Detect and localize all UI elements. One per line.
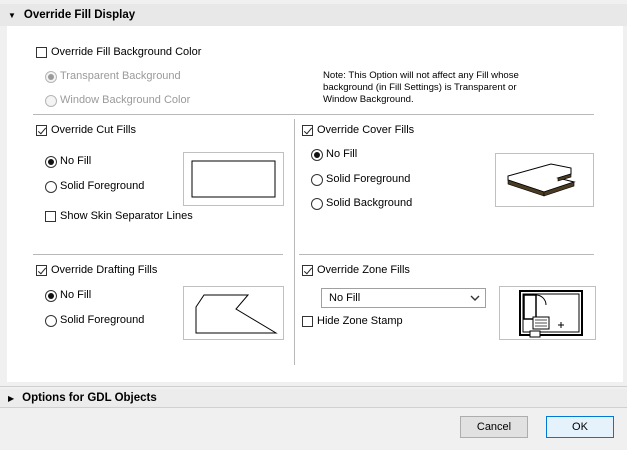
override-drafting-fills-checkbox[interactable]	[36, 265, 47, 276]
override-fill-display-header[interactable]: ▼ Override Fill Display	[0, 4, 627, 26]
override-cover-fills-checkbox[interactable]	[302, 125, 313, 136]
override-cover-fills-label: Override Cover Fills	[317, 124, 415, 136]
zone-plan-icon	[519, 290, 583, 338]
cut-solid-foreground-label: Solid Foreground	[60, 180, 145, 192]
cut-fill-preview-image	[191, 160, 276, 198]
cut-no-fill-radio[interactable]	[45, 156, 57, 168]
cover-solid-foreground-radio[interactable]	[311, 174, 323, 186]
background-note: Note: This Option will not affect any Fi…	[323, 70, 519, 105]
window-background-radio[interactable]	[45, 95, 57, 107]
divider-right-mid	[299, 254, 594, 255]
chevron-down-icon	[470, 292, 480, 307]
drafting-no-fill-label: No Fill	[60, 289, 92, 301]
cancel-button[interactable]: Cancel	[460, 416, 528, 438]
drafting-fill-preview-image	[195, 294, 278, 334]
section-title-gdl: Options for GDL Objects	[22, 392, 157, 404]
cut-fill-preview	[183, 152, 284, 206]
cover-solid-background-label: Solid Background	[326, 197, 413, 209]
override-drafting-fills-label: Override Drafting Fills	[51, 264, 158, 276]
override-background-checkbox[interactable]	[36, 47, 47, 58]
override-cut-fills-label: Override Cut Fills	[51, 124, 136, 136]
cover-solid-background-radio[interactable]	[311, 198, 323, 210]
drafting-solid-foreground-label: Solid Foreground	[60, 314, 145, 326]
hide-zone-stamp-label: Hide Zone Stamp	[317, 315, 403, 327]
divider-top	[33, 114, 594, 115]
collapse-triangle-icon[interactable]: ▼	[8, 11, 16, 20]
drafting-solid-foreground-radio[interactable]	[45, 315, 57, 327]
cover-no-fill-radio[interactable]	[311, 149, 323, 161]
cover-fill-preview-image	[507, 163, 576, 197]
drafting-no-fill-radio[interactable]	[45, 290, 57, 302]
override-zone-fills-label: Override Zone Fills	[317, 264, 410, 276]
zone-fill-select-value: No Fill	[329, 292, 361, 304]
window-background-label: Window Background Color	[60, 94, 191, 106]
cover-fill-preview	[495, 153, 594, 207]
divider-gdl-top	[0, 386, 627, 387]
drafting-fill-preview	[183, 286, 284, 340]
cut-solid-foreground-radio[interactable]	[45, 181, 57, 193]
zone-fill-select[interactable]: No Fill	[321, 288, 486, 308]
cut-no-fill-label: No Fill	[60, 155, 92, 167]
cover-solid-foreground-label: Solid Foreground	[326, 173, 411, 185]
override-zone-fills-checkbox[interactable]	[302, 265, 313, 276]
override-background-label: Override Fill Background Color	[51, 46, 202, 58]
options-gdl-header[interactable]: ▶ Options for GDL Objects	[0, 389, 627, 407]
expand-triangle-icon[interactable]: ▶	[8, 394, 14, 403]
divider-left-mid	[33, 254, 283, 255]
divider-gdl-bottom	[0, 407, 627, 408]
override-cut-fills-checkbox[interactable]	[36, 125, 47, 136]
skin-separator-checkbox[interactable]	[45, 211, 56, 222]
ok-button[interactable]: OK	[546, 416, 614, 438]
transparent-background-radio[interactable]	[45, 71, 57, 83]
section-title: Override Fill Display	[23, 9, 136, 21]
cover-no-fill-label: No Fill	[326, 148, 358, 160]
divider-vertical	[294, 119, 295, 365]
hide-zone-stamp-checkbox[interactable]	[302, 316, 313, 327]
transparent-background-label: Transparent Background	[60, 70, 181, 82]
skin-separator-label: Show Skin Separator Lines	[60, 210, 193, 222]
zone-fill-preview	[499, 286, 596, 340]
